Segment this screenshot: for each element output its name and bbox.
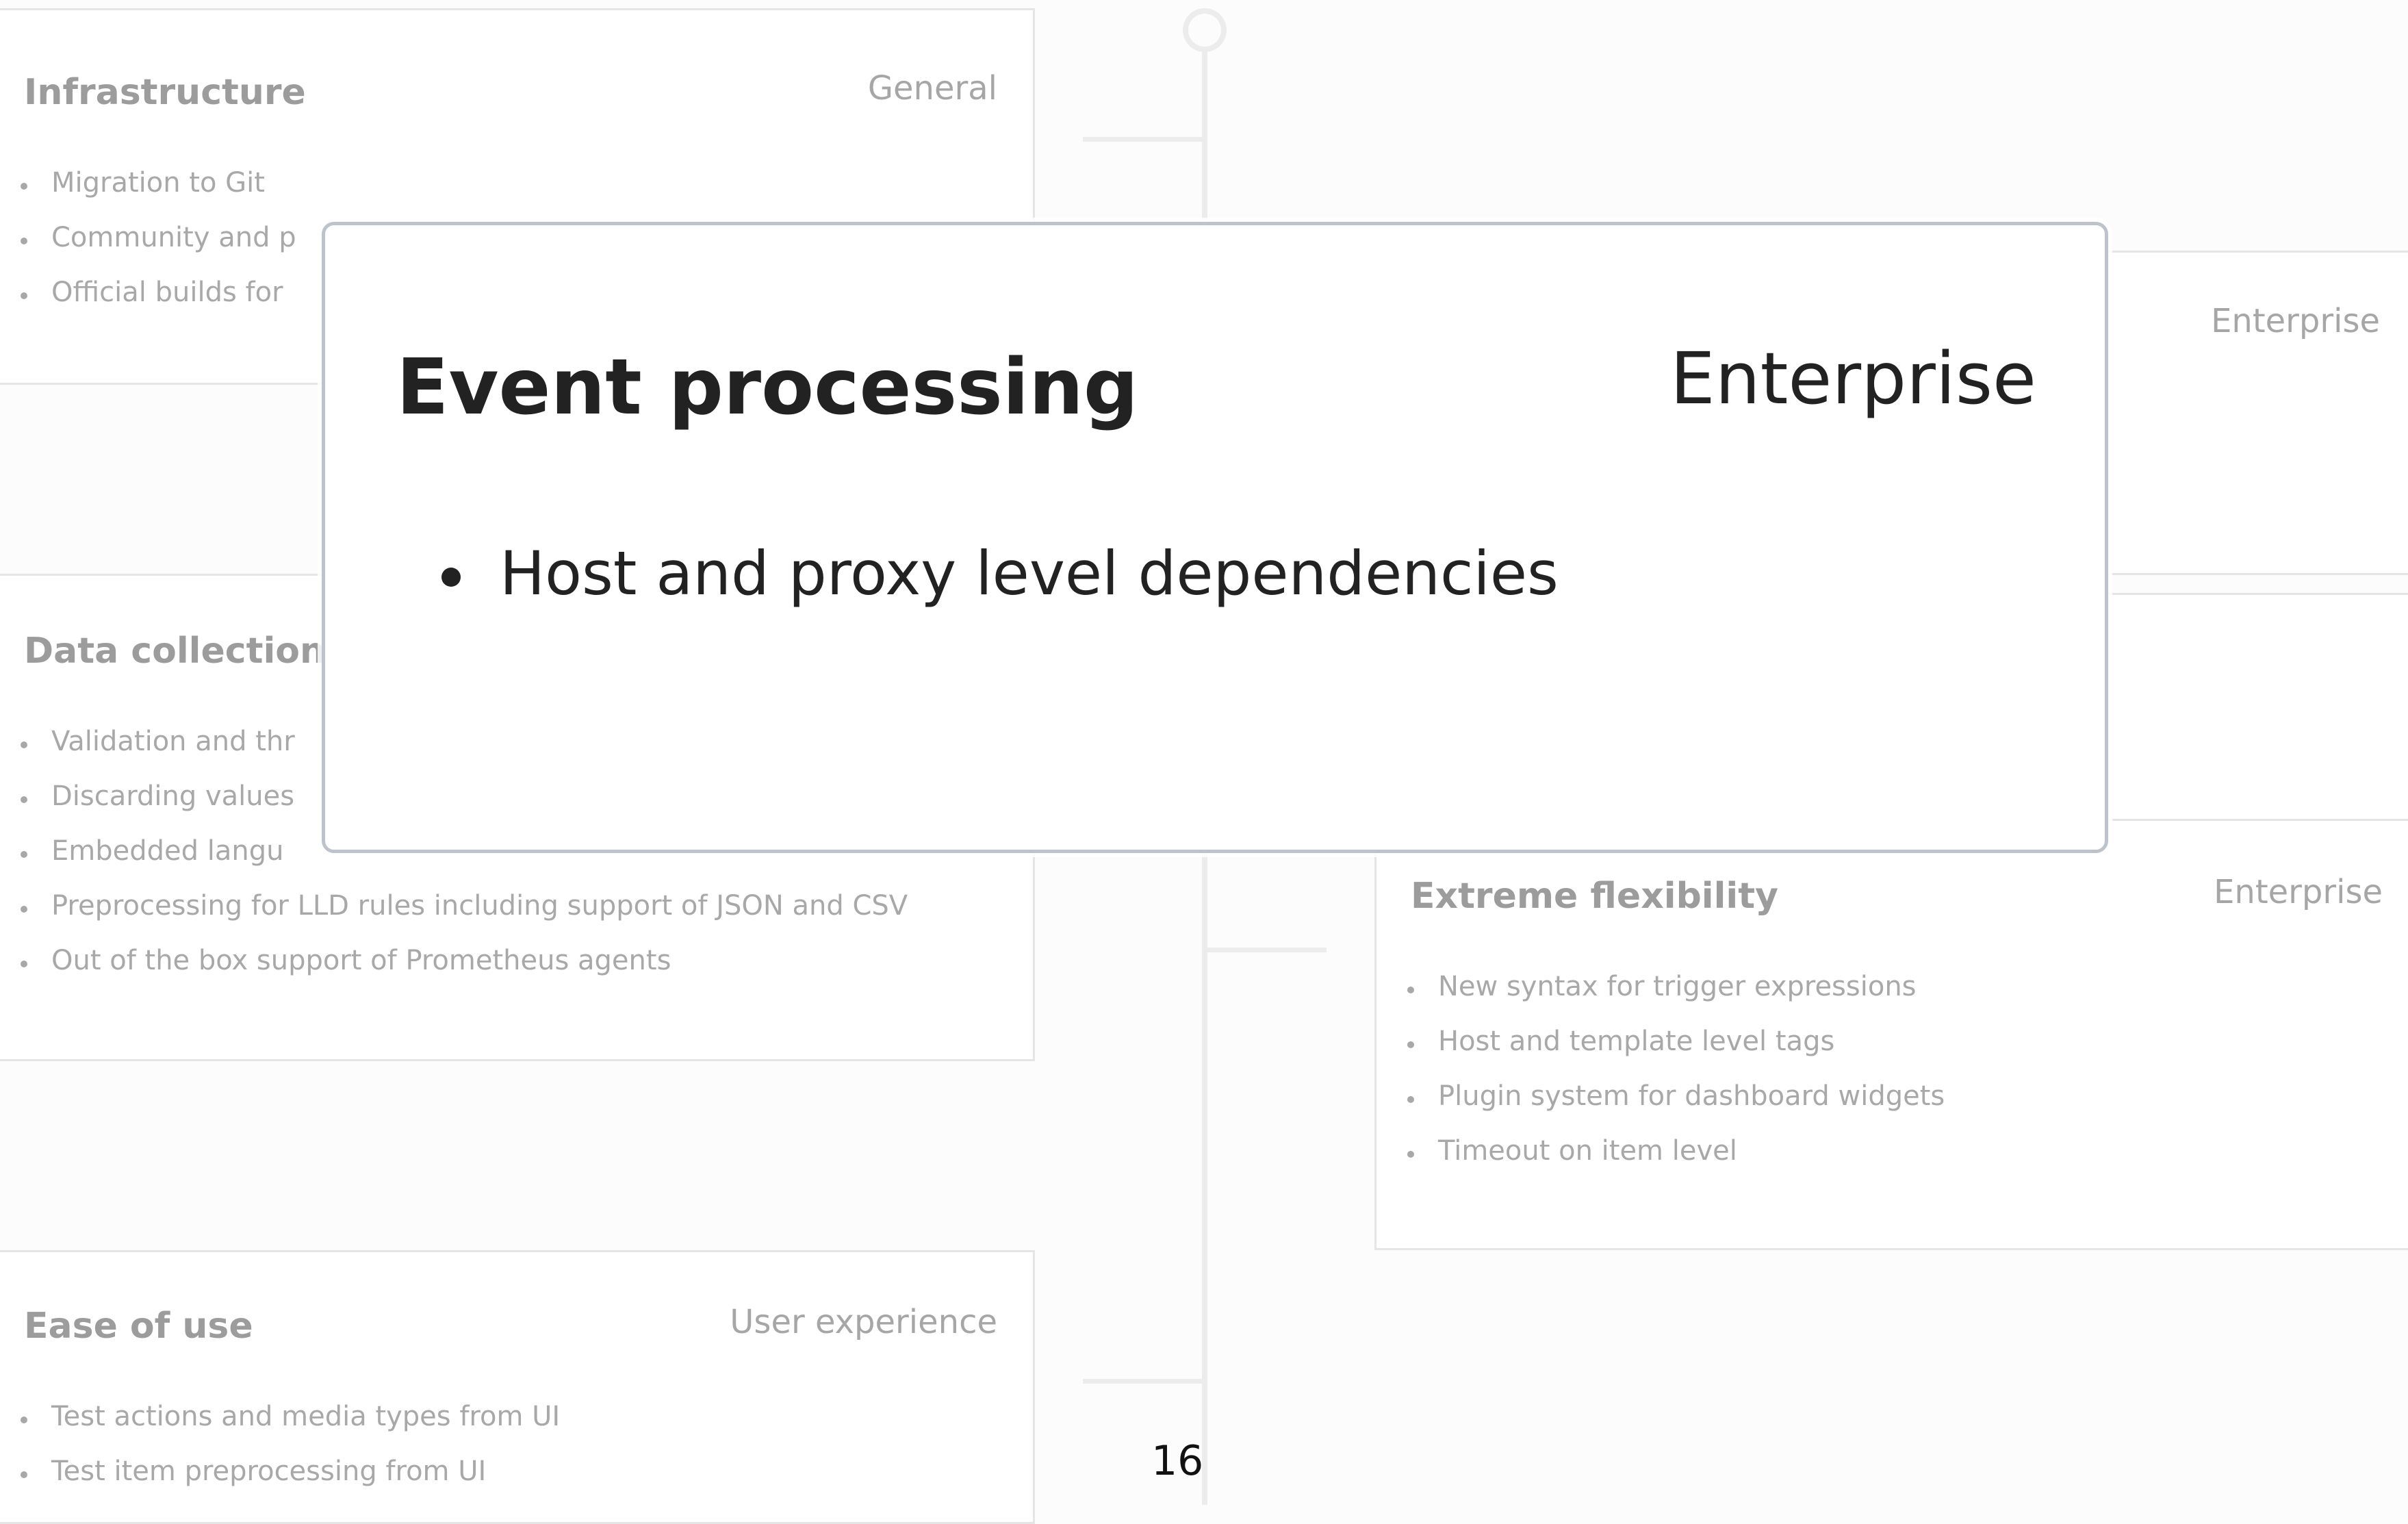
list-item: Host and template level tags bbox=[1389, 1021, 1945, 1076]
bullet-icon bbox=[21, 183, 27, 190]
list-item: Out of the box support of Prometheus age… bbox=[2, 940, 908, 995]
timeline-tick bbox=[1206, 948, 1327, 952]
list-item: Official builds for bbox=[2, 272, 296, 327]
bullet-icon bbox=[441, 568, 461, 587]
card-title: Infrastructure bbox=[24, 72, 306, 113]
card-item-list: Test actions and media types from UI Tes… bbox=[2, 1396, 560, 1506]
list-item: Community and p bbox=[2, 217, 296, 272]
bullet-icon bbox=[21, 292, 27, 299]
timeline-tick bbox=[1083, 137, 1203, 142]
extreme-flexibility-card[interactable]: Extreme flexibility Enterprise New synta… bbox=[1374, 819, 2408, 1250]
bullet-icon bbox=[1407, 987, 1414, 993]
bullet-icon bbox=[21, 796, 27, 803]
bullet-icon bbox=[21, 741, 27, 748]
bullet-icon bbox=[21, 961, 27, 967]
bullet-icon bbox=[21, 1417, 27, 1423]
list-item: New syntax for trigger expressions bbox=[1389, 966, 1945, 1021]
page-number: 16 bbox=[1151, 1437, 1204, 1485]
card-title: Data collection bbox=[24, 631, 326, 672]
right-card[interactable] bbox=[2097, 593, 2408, 833]
modal-item-list: Host and proxy level dependencies bbox=[325, 536, 1559, 611]
card-tag: Enterprise bbox=[2211, 302, 2380, 340]
modal-title: Event processing bbox=[396, 343, 1139, 432]
event-processing-modal[interactable]: Event processing Enterprise Host and pro… bbox=[322, 222, 2108, 853]
list-item: Test actions and media types from UI bbox=[2, 1396, 560, 1451]
bullet-icon bbox=[21, 851, 27, 858]
list-item: Test item preprocessing from UI bbox=[2, 1451, 560, 1506]
card-item-list: New syntax for trigger expressions Host … bbox=[1389, 966, 1945, 1185]
card-title: Ease of use bbox=[24, 1306, 253, 1347]
card-tag: User experience bbox=[730, 1303, 997, 1341]
bullet-icon bbox=[1407, 1041, 1414, 1048]
list-item: Plugin system for dashboard widgets bbox=[1389, 1076, 1945, 1130]
timeline-tick bbox=[1083, 1379, 1203, 1384]
bullet-icon bbox=[21, 906, 27, 913]
card-tag: Enterprise bbox=[2214, 873, 2383, 911]
timeline-node bbox=[1183, 8, 1227, 52]
card-tag: General bbox=[867, 69, 997, 107]
list-item: Timeout on item level bbox=[1389, 1130, 1945, 1185]
bullet-icon bbox=[1407, 1151, 1414, 1158]
list-item: Host and proxy level dependencies bbox=[325, 536, 1559, 611]
enterprise-card[interactable]: Enterprise bbox=[2097, 251, 2408, 575]
modal-tag: Enterprise bbox=[1670, 337, 2036, 420]
list-item: Migration to Git bbox=[2, 162, 296, 217]
bullet-icon bbox=[21, 238, 27, 244]
card-title: Extreme flexibility bbox=[1411, 876, 1779, 917]
card-item-list: Migration to Git Community and p Officia… bbox=[2, 162, 296, 327]
list-item: Preprocessing for LLD rules including su… bbox=[2, 885, 908, 940]
bullet-icon bbox=[1407, 1096, 1414, 1103]
ease-of-use-card[interactable]: Ease of use User experience Test actions… bbox=[0, 1250, 1035, 1524]
bullet-icon bbox=[21, 1471, 27, 1478]
